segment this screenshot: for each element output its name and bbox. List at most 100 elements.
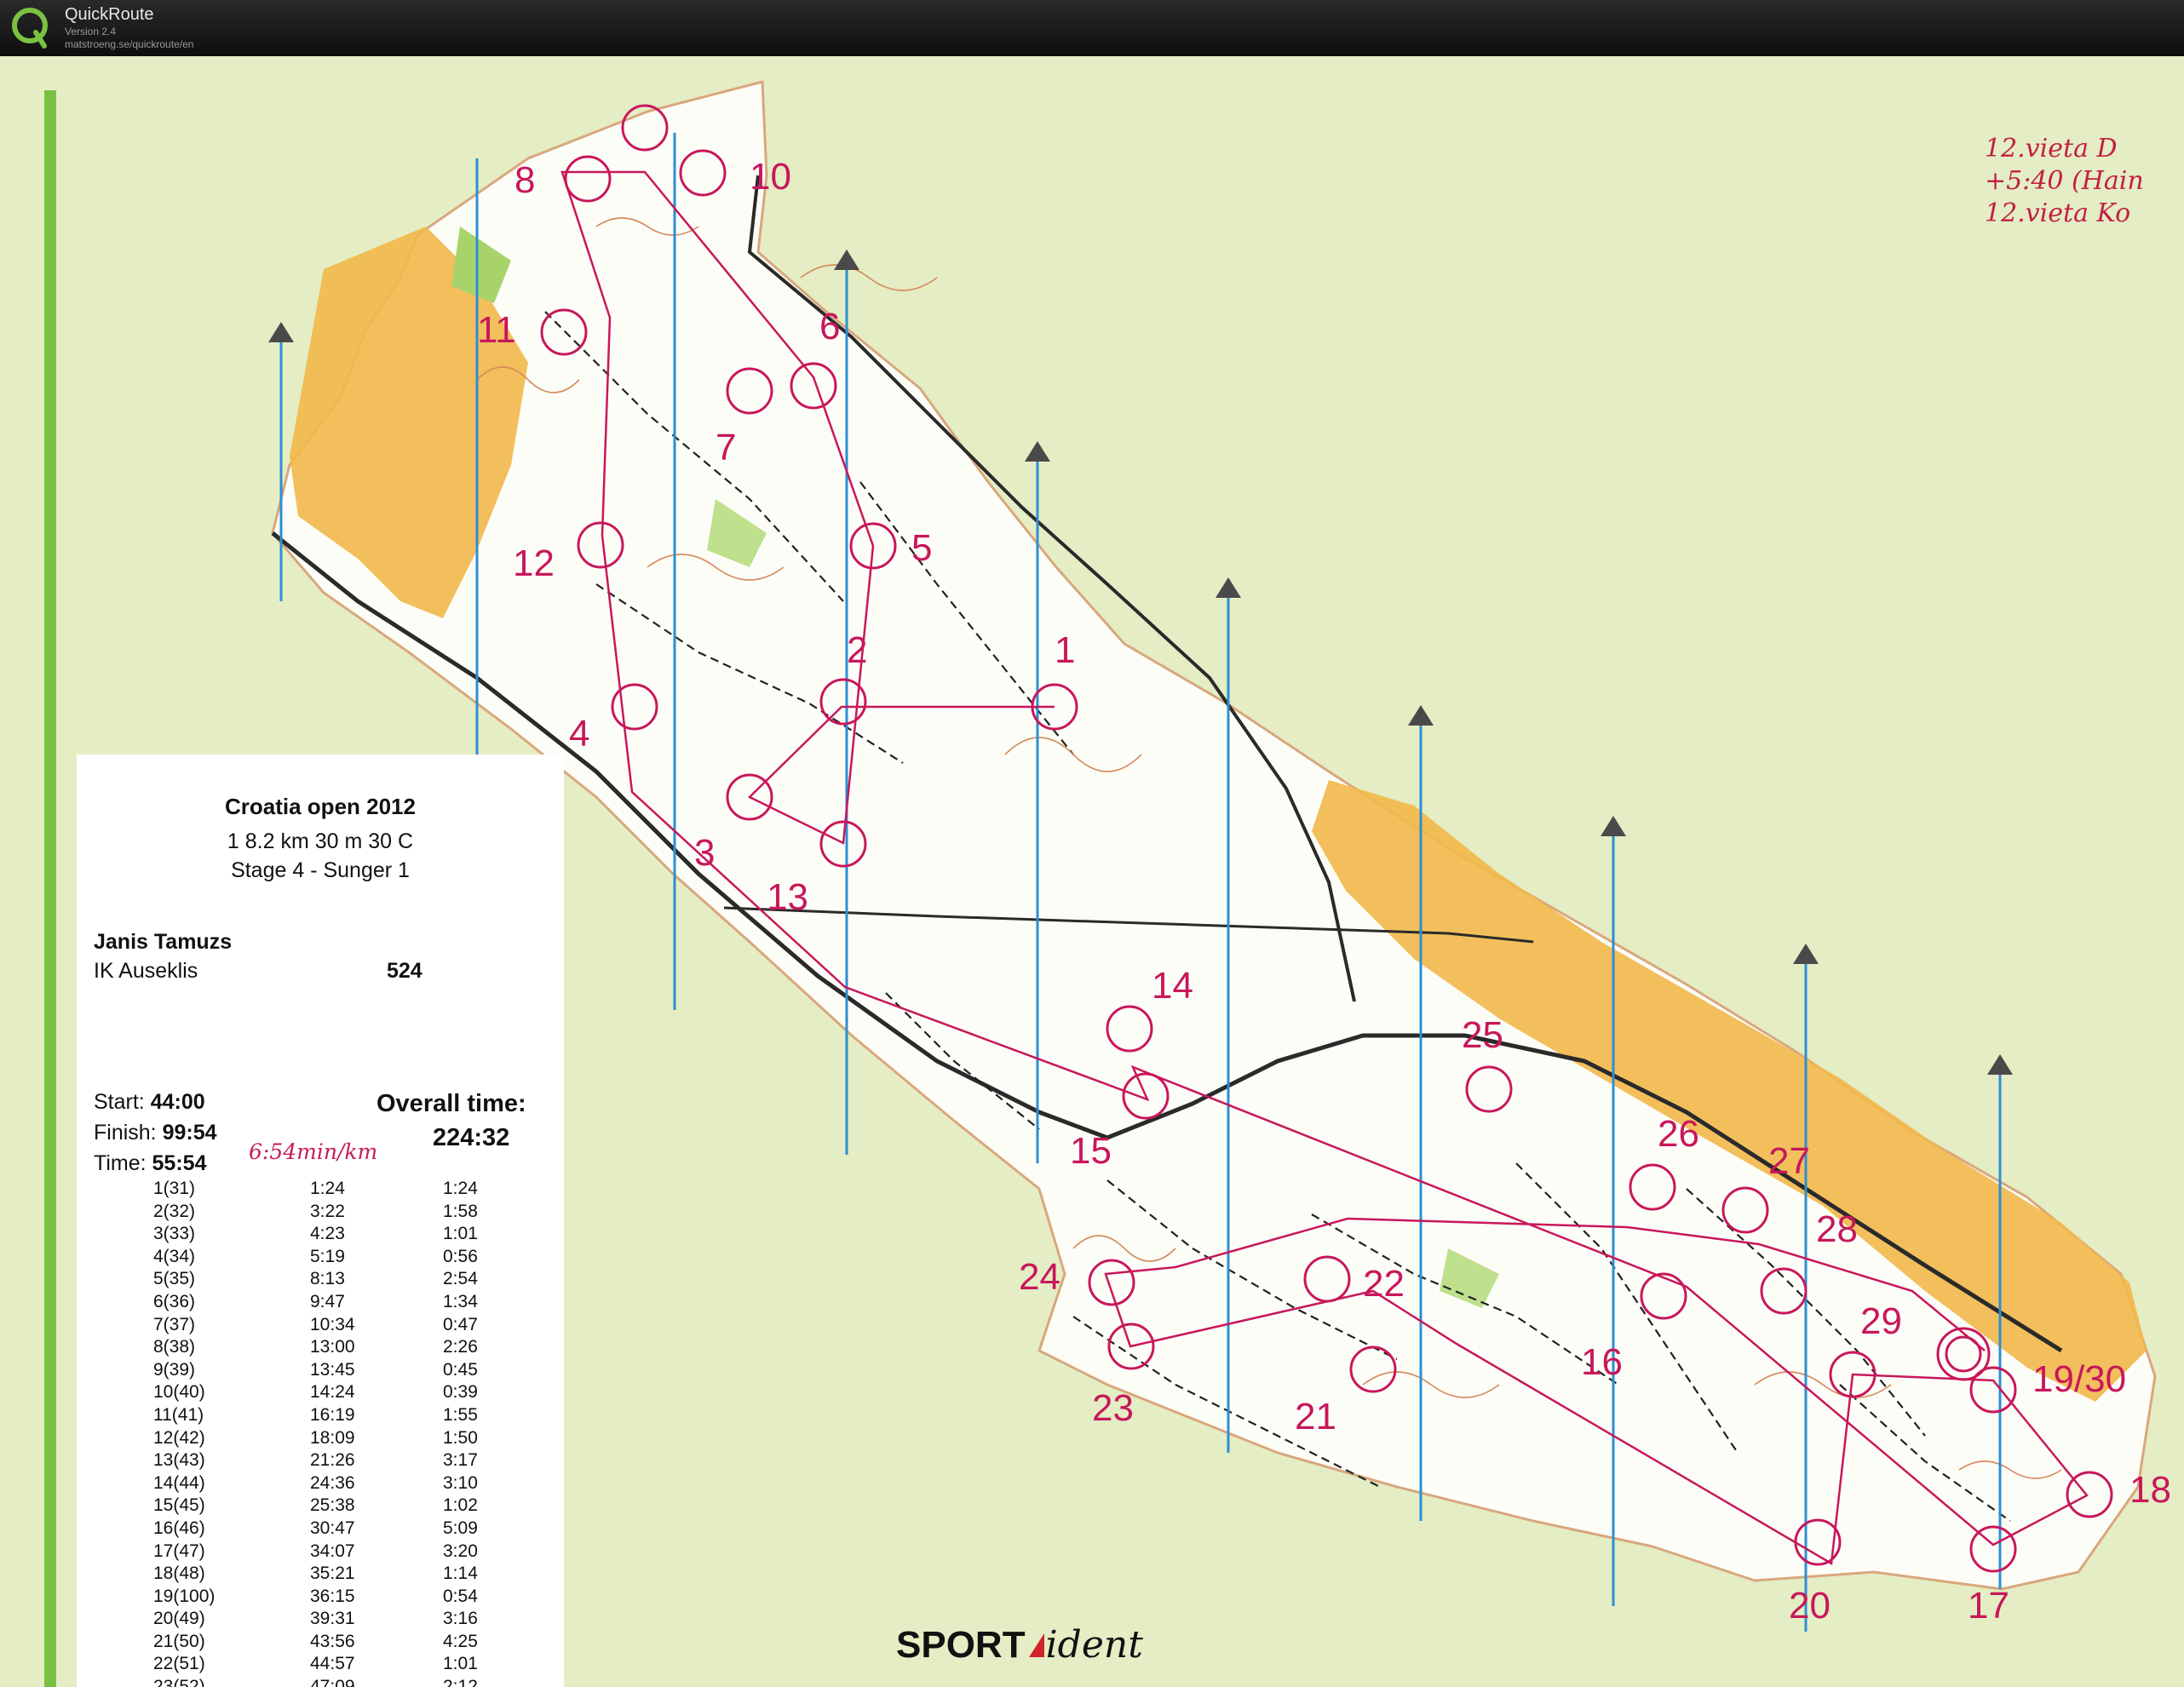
split-split: 3:20 [443,1541,478,1561]
split-row: 1(31) 1:24 1:24 [94,1179,571,1202]
pace-note: 6:54min/km [249,1139,378,1164]
split-cum: 8:13 [310,1269,345,1289]
split-row: 10(40) 14:24 0:39 [94,1382,571,1405]
split-row: 16(46) 30:47 5:09 [94,1518,571,1541]
split-leg: 23(52) [153,1677,205,1687]
split-cum: 30:47 [310,1518,355,1538]
control-label: 23 [1092,1387,1134,1429]
split-leg: 7(37) [153,1314,196,1334]
split-cum: 1:24 [310,1179,345,1198]
control-label: 6 [819,306,840,347]
map-border-stripe [44,90,56,1687]
split-row: 22(51) 44:57 1:01 [94,1654,571,1677]
split-split: 2:54 [443,1269,478,1289]
split-leg: 13(43) [153,1450,205,1471]
split-split: 1:01 [443,1224,478,1244]
split-cum: 21:26 [310,1450,355,1471]
overall-time-label: Overall time: [376,1090,526,1117]
split-row: 4(34) 5:19 0:56 [94,1247,571,1270]
split-split: 0:54 [443,1586,478,1606]
event-title: Croatia open 2012 [225,794,416,819]
split-leg: 12(42) [153,1427,205,1448]
split-cum: 47:09 [310,1677,355,1687]
split-split: 0:45 [443,1359,478,1380]
runner-club: IK Auseklis [94,959,198,983]
control-label: 5 [911,527,932,569]
split-cum: 35:21 [310,1564,355,1584]
control-label: 7 [716,427,736,468]
split-leg: 5(35) [153,1269,196,1289]
control-label: 17 [1968,1585,2009,1627]
split-split: 0:47 [443,1314,478,1334]
split-split: 0:56 [443,1246,478,1266]
split-leg: 4(34) [153,1246,196,1266]
split-split: 1:55 [443,1404,478,1425]
split-leg: 1(31) [153,1179,196,1198]
split-row: 12(42) 18:09 1:50 [94,1428,571,1451]
control-label: 19/30 [2032,1358,2126,1400]
sportident-triangle-icon [1028,1633,1044,1657]
control-label: 12 [513,542,555,584]
split-cum: 34:07 [310,1541,355,1561]
split-split: 1:02 [443,1495,478,1516]
split-row: 11(41) 16:19 1:55 [94,1405,571,1428]
runner-name: Janis Tamuzs [94,930,233,954]
split-row: 9(39) 13:45 0:45 [94,1360,571,1383]
app-title: QuickRoute [65,5,154,24]
handwritten-note: 12.vieta D +5:40 (Hain 12.vieta Ko [1985,134,2144,228]
control-label: 24 [1019,1256,1060,1298]
split-cum: 43:56 [310,1631,355,1651]
overall-time: 224:32 [433,1124,510,1151]
map-canvas[interactable]: 1 2 3 4 5 6 7 8 10 11 12 13 14 15 16 17 … [0,56,2184,1687]
split-cum: 18:09 [310,1427,355,1448]
split-leg: 3(33) [153,1224,196,1244]
split-split: 1:50 [443,1427,478,1448]
app-version: Version 2.4 [65,26,117,37]
split-leg: 20(49) [153,1609,205,1629]
split-leg: 15(45) [153,1495,205,1516]
split-row: 18(48) 35:21 1:14 [94,1564,571,1587]
split-leg: 10(40) [153,1382,205,1403]
split-split: 2:12 [443,1677,478,1687]
title-bar: QuickRoute Version 2.4 matstroeng.se/qui… [0,0,2184,56]
split-cum: 14:24 [310,1382,355,1403]
split-cum: 13:45 [310,1359,355,1380]
control-label: 28 [1816,1208,1858,1250]
split-leg: 16(46) [153,1518,205,1538]
split-leg: 19(100) [153,1586,216,1606]
split-split: 5:09 [443,1518,478,1538]
split-row: 19(100) 36:15 0:54 [94,1587,571,1610]
control-label: 29 [1860,1300,1902,1342]
split-table: 1(31) 1:24 1:24 2(32) 3:22 1:58 3(33) 4:23 1:01 4… [94,1179,571,1687]
split-cum: 4:23 [310,1224,345,1244]
split-row: 23(52) 47:09 2:12 [94,1677,571,1687]
split-row: 17(47) 34:07 3:20 [94,1541,571,1564]
split-split: 0:39 [443,1382,478,1403]
split-cum: 5:19 [310,1246,345,1266]
control-label: 14 [1152,965,1193,1007]
split-split: 2:26 [443,1337,478,1357]
split-cum: 3:22 [310,1201,345,1221]
split-row: 13(43) 21:26 3:17 [94,1450,571,1473]
split-sheet: Croatia open 2012 1 8.2 km 30 m 30 C Sta… [77,755,564,1687]
split-split: 4:25 [443,1631,478,1651]
control-label: 3 [694,832,715,874]
split-leg: 8(38) [153,1337,196,1357]
control-label: 1 [1055,629,1075,671]
control-label: 20 [1789,1585,1831,1627]
runner-bib: 524 [387,959,422,983]
time-row: Time: 55:54 [94,1151,207,1175]
split-row: 20(49) 39:31 3:16 [94,1609,571,1632]
split-split: 1:01 [443,1654,478,1674]
split-row: 3(33) 4:23 1:01 [94,1224,571,1247]
split-cum: 10:34 [310,1314,355,1334]
control-label: 25 [1462,1014,1503,1056]
split-row: 6(36) 9:47 1:34 [94,1292,571,1315]
split-cum: 9:47 [310,1291,345,1311]
split-split: 3:16 [443,1609,478,1629]
split-cum: 39:31 [310,1609,355,1629]
split-row: 14(44) 24:36 3:10 [94,1473,571,1496]
split-leg: 21(50) [153,1631,205,1651]
split-cum: 24:36 [310,1472,355,1493]
split-leg: 14(44) [153,1472,205,1493]
